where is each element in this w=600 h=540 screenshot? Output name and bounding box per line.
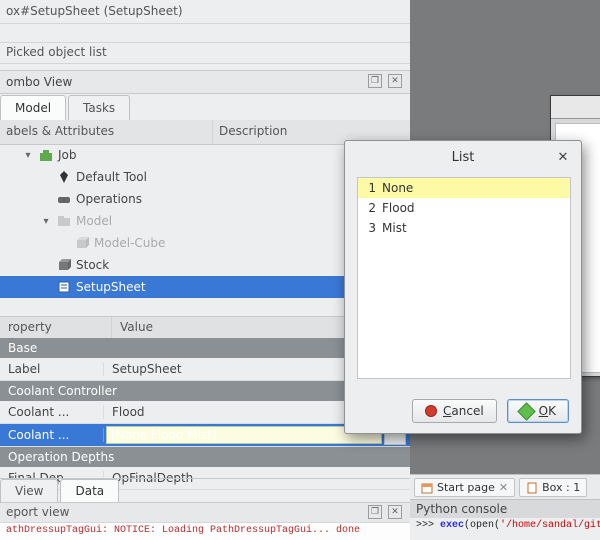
python-console: Python console >>> exec(open('/home/sand… [410, 499, 600, 540]
tab-model[interactable]: Model [0, 95, 66, 120]
tab-tasks[interactable]: Tasks [68, 95, 130, 120]
combo-view-window-controls: ❐ ✕ [368, 74, 402, 88]
dialog-titlebar[interactable]: List ✕ [345, 141, 581, 173]
ok-icon [517, 402, 535, 420]
report-log-line: athDressupTagGui: NOTICE: Loading PathDr… [0, 522, 410, 540]
mdi-tab-box[interactable]: Box : 1 [519, 478, 587, 497]
property-key: Label [0, 362, 104, 376]
mdi-tab-label: Start page [437, 481, 495, 494]
combo-view-title: ombo View ❐ ✕ [0, 70, 410, 94]
restore-icon[interactable]: ❐ [368, 74, 382, 88]
dialog-listbox[interactable]: 1 None 2 Flood 3 Mist [357, 177, 571, 379]
python-console-line[interactable]: >>> exec(open('/home/sandal/github/Free [410, 518, 600, 533]
ok-label: OKOK [539, 404, 556, 418]
python-keyword: exec [440, 520, 464, 531]
property-group-operation-depths[interactable]: Operation Depths [0, 447, 410, 467]
list-item[interactable]: 1 None [358, 178, 570, 198]
property-bottom-tabs: View Data [0, 478, 410, 503]
mdi-tabbar: Start page ✕ Box : 1 [410, 474, 600, 500]
tab-data[interactable]: Data [60, 479, 119, 503]
document-icon [526, 482, 538, 494]
property-header-value: Value [112, 317, 161, 339]
setupsheet-icon [56, 279, 72, 295]
combo-view-title-text: ombo View [6, 75, 72, 89]
python-text: (open( [464, 520, 500, 531]
list-dialog: List ✕ 1 None 2 Flood 3 Mist CCancelance… [344, 140, 582, 434]
dialog-close-button[interactable]: ✕ [555, 149, 571, 165]
job-icon [38, 147, 54, 163]
cancel-button[interactable]: CCancelancel [412, 399, 497, 423]
cancel-icon [425, 405, 437, 417]
python-string: '/home/sandal/github/Free [500, 520, 600, 531]
tree-header-description: Description [213, 120, 293, 144]
list-item-index: 1 [358, 181, 376, 195]
list-item-index: 2 [358, 201, 376, 215]
report-view-title-text: eport view [6, 505, 69, 519]
cube-icon [74, 235, 90, 251]
picked-object-list-label: Picked object list [0, 42, 410, 64]
tool-icon [56, 169, 72, 185]
list-item-label: None [382, 181, 413, 195]
tree-item-label: Default Tool [76, 170, 147, 184]
ok-button[interactable]: OKOK [507, 399, 569, 423]
tree-item-label: Stock [76, 258, 109, 272]
mdi-subwindow-titlebar[interactable] [551, 96, 600, 119]
python-prompt: >>> [416, 520, 440, 531]
breadcrumb: ox#SetupSheet (SetupSheet) [0, 0, 410, 24]
report-view-title: eport view ❐ ✕ [0, 502, 410, 522]
mdi-tab-startpage[interactable]: Start page ✕ [414, 478, 515, 497]
combo-tabs: Model Tasks [0, 94, 410, 121]
property-key: Coolant ... [0, 428, 104, 442]
tree-item-label: Model-Cube [94, 236, 165, 250]
stock-icon [56, 257, 72, 273]
close-icon[interactable]: ✕ [388, 505, 402, 519]
property-key: Coolant ... [0, 405, 104, 419]
restore-icon[interactable]: ❐ [368, 505, 382, 519]
close-icon[interactable]: ✕ [499, 481, 508, 494]
list-item[interactable]: 2 Flood [358, 198, 570, 218]
dialog-title-text: List [452, 150, 475, 165]
startpage-icon [421, 482, 433, 494]
dialog-button-row: CCancelancel OKOK [412, 399, 569, 423]
tree-item-label: SetupSheet [76, 280, 146, 294]
expander-icon[interactable]: ▾ [22, 150, 34, 161]
cancel-label: CCancelancel [443, 404, 484, 418]
list-item-index: 3 [358, 221, 376, 235]
tree-item-label: Operations [76, 192, 142, 206]
report-view-window-controls: ❐ ✕ [368, 505, 402, 519]
mdi-tab-label: Box : 1 [542, 481, 580, 494]
folder-icon [56, 213, 72, 229]
list-item-label: Flood [382, 201, 415, 215]
expander-icon[interactable]: ▾ [40, 216, 52, 227]
property-edit-input[interactable]: [None Flood Mist] [106, 426, 382, 444]
tree-header-labels: abels & Attributes [0, 120, 213, 144]
list-item-label: Mist [382, 221, 407, 235]
tab-view[interactable]: View [0, 479, 58, 503]
python-console-title: Python console [410, 500, 600, 518]
list-item[interactable]: 3 Mist [358, 218, 570, 238]
close-icon[interactable]: ✕ [388, 74, 402, 88]
tree-item-label: Job [58, 148, 77, 162]
property-header-property: roperty [0, 317, 112, 339]
tree-item-label: Model [76, 214, 112, 228]
operations-icon [56, 191, 72, 207]
